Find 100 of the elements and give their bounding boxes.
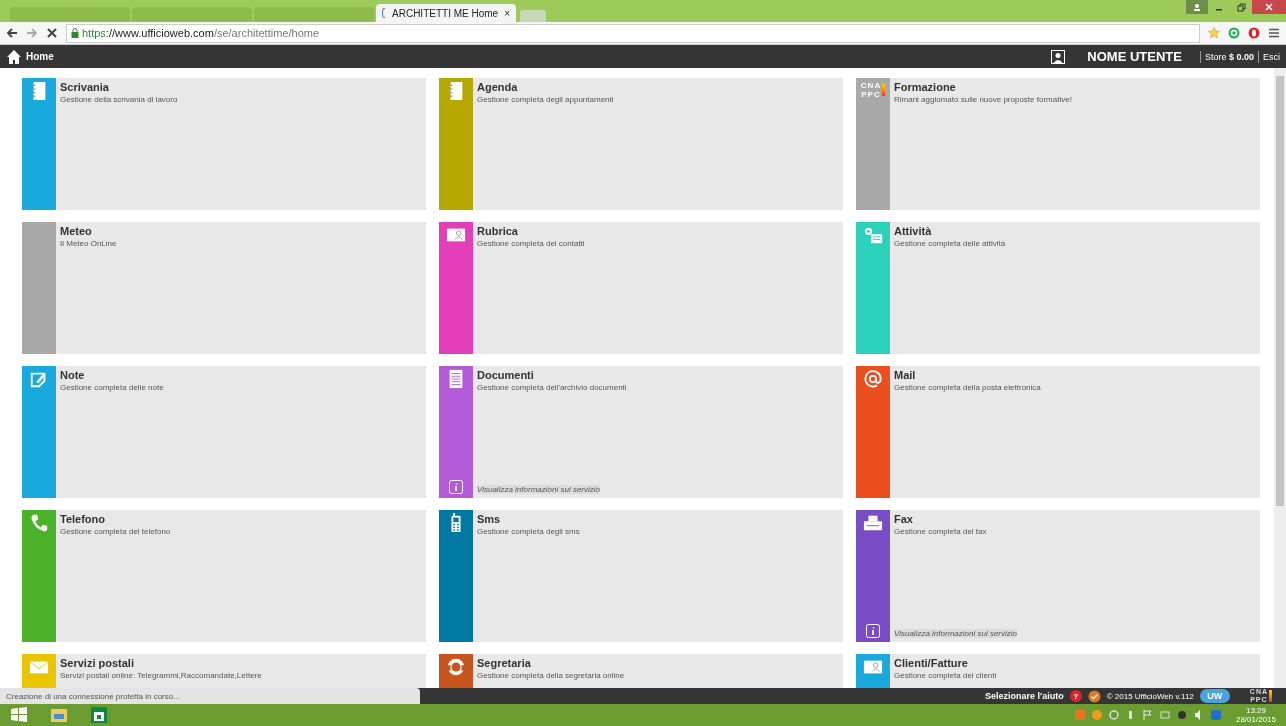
tile-card[interactable]: Meteo Il Meteo OnLine: [56, 222, 426, 354]
tile-stripe[interactable]: [22, 78, 56, 210]
tile-card[interactable]: Mail Gestione completa della posta elettronica: [890, 366, 1260, 498]
tile-card[interactable]: Clienti/Fatture Gestione completa dei clienti: [890, 654, 1260, 688]
tile-title: Attività: [894, 225, 933, 237]
tile-stripe[interactable]: [439, 78, 473, 210]
tray-app-icon[interactable]: [1108, 710, 1119, 720]
tile-title: Scrivania: [60, 81, 110, 93]
tile-description: Gestione completa del fax: [894, 527, 988, 536]
user-name[interactable]: NOME UTENTE: [1087, 49, 1182, 64]
tile-card[interactable]: Documenti Gestione completa dell'archivio documenti Visualizza informazioni sul servizio: [473, 366, 843, 498]
opera-icon[interactable]: [1248, 27, 1260, 39]
close-button[interactable]: [1252, 0, 1286, 14]
tile-description: Gestione completa dei clienti: [894, 671, 998, 680]
info-icon[interactable]: [449, 480, 463, 494]
flag-icon[interactable]: [1142, 710, 1153, 720]
service-info-link[interactable]: Visualizza informazioni sul servizio: [894, 629, 1017, 638]
address-field[interactable]: https://www.ufficioweb.com/se/architettime/home: [66, 23, 1200, 43]
profile-button[interactable]: [1186, 0, 1208, 14]
store-bag-icon[interactable]: [90, 706, 108, 724]
tile-card[interactable]: Telefono Gestione completa del telefono: [56, 510, 426, 642]
tile-stripe[interactable]: [439, 222, 473, 354]
phone-icon: [29, 513, 49, 533]
tile-description: Gestione completa degli appuntamenti: [477, 95, 615, 104]
loading-status: Creazione di una connessione protetta in corso...: [0, 688, 420, 704]
menu-icon[interactable]: [1268, 27, 1280, 39]
close-tab-button[interactable]: ×: [504, 7, 510, 19]
user-avatar-icon[interactable]: [1051, 49, 1066, 64]
tile-stripe[interactable]: [856, 366, 890, 498]
home-icon[interactable]: [6, 48, 22, 65]
extension-icon[interactable]: [1228, 27, 1240, 39]
folder-icon[interactable]: [50, 706, 68, 724]
forward-icon[interactable]: [26, 27, 38, 39]
tile-card[interactable]: Agenda Gestione completa degli appuntamenti: [473, 78, 843, 210]
cloud-logo: UW: [1199, 689, 1230, 703]
copyright-text: © 2015 UfficioWeb v.112: [1106, 691, 1194, 701]
tile-card[interactable]: Sms Gestione completa degli sms: [473, 510, 843, 642]
at-sign-icon: [863, 369, 883, 389]
tile-description: Gestione completa degli sms: [477, 527, 581, 536]
tile-card[interactable]: Note Gestione completa delle note: [56, 366, 426, 498]
tile-stripe[interactable]: [856, 510, 890, 642]
stop-icon[interactable]: [46, 27, 58, 39]
tile-title: Meteo: [60, 225, 93, 237]
tile-title: Rubrica: [477, 225, 519, 237]
tile-description: Gestione completa dei contatti: [477, 239, 586, 248]
tile-title: Documenti: [477, 369, 535, 381]
restore-icon: [1236, 2, 1246, 12]
home-link[interactable]: Home: [26, 51, 54, 62]
tile-card[interactable]: Fax Gestione completa del fax Visualizza informazioni sul servizio: [890, 510, 1260, 642]
tile-title: Segretaria: [477, 657, 532, 669]
tile-card[interactable]: Formazione Rimani aggiomato sulle nuove proposte formative!: [890, 78, 1260, 210]
tile-stripe[interactable]: [439, 510, 473, 642]
tile-title: Servizi postali: [60, 657, 135, 669]
logout-link[interactable]: Esci: [1263, 51, 1280, 62]
tile-title: Clienti/Fatture: [894, 657, 969, 669]
tile-description: Gestione completa dell'archivio documenti: [477, 383, 628, 392]
scrollbar[interactable]: [1274, 68, 1286, 688]
tile-card[interactable]: Rubrica Gestione completa dei contatti: [473, 222, 843, 354]
help-button[interactable]: ?: [1069, 690, 1082, 702]
tile-card[interactable]: Attività Gestione completa delle attività: [890, 222, 1260, 354]
tile-description: Servizi postali online: Telegrammi,Raccomandate,Lettere: [60, 671, 263, 680]
tile-description: Gestione completa delle note: [60, 383, 165, 392]
tile-card[interactable]: Servizi postali Servizi postali online: Telegrammi,Raccomandate,Lettere: [56, 654, 426, 688]
tile-card[interactable]: Scrivania Gestione della scrivania di lavoro: [56, 78, 426, 210]
tile-description: Gestione completa del telefono: [60, 527, 172, 536]
lock-icon: [71, 28, 79, 38]
tile-stripe[interactable]: [22, 222, 56, 354]
tile-title: Mail: [894, 369, 917, 381]
tile-description: Rimani aggiomato sulle nuove proposte formative!: [894, 95, 1073, 104]
tile-stripe[interactable]: [22, 510, 56, 642]
tile-description: Gestione completa della segretaria online: [477, 671, 626, 680]
service-info-link[interactable]: Visualizza informazioni sul servizio: [477, 485, 600, 494]
close-icon: [1265, 3, 1273, 11]
back-icon[interactable]: [6, 27, 18, 39]
tile-stripe[interactable]: [439, 366, 473, 498]
help-link[interactable]: Selezionare l'aiuto: [985, 691, 1064, 701]
cna-ppc-logo: CNA PPC: [860, 81, 886, 99]
windows-start-icon[interactable]: [10, 706, 28, 724]
tile-description: Gestione della scrivania di lavoro: [60, 95, 179, 104]
tile-title: Agenda: [477, 81, 519, 93]
tray-app-icon[interactable]: [1176, 710, 1187, 720]
tile-title: Telefono: [60, 513, 106, 525]
check-circle-icon: [1087, 689, 1101, 703]
network-icon[interactable]: [1159, 710, 1170, 720]
tile-title: Formazione: [894, 81, 957, 93]
tile-stripe[interactable]: [856, 222, 890, 354]
tile-title: Fax: [894, 513, 914, 525]
tile-description: Gestione completa della posta elettronica: [894, 383, 1042, 392]
tile-title: Note: [60, 369, 86, 381]
store-balance[interactable]: Store $ 0.00: [1204, 51, 1254, 62]
info-icon[interactable]: [866, 624, 880, 638]
tile-card[interactable]: Segretaria Gestione completa della segretaria online: [473, 654, 843, 688]
tile-stripe[interactable]: [22, 366, 56, 498]
browser-tab[interactable]: ARCHITETTI ME Home ×: [376, 4, 516, 22]
star-icon[interactable]: [1208, 27, 1220, 39]
tile-description: Gestione completa delle attività: [894, 239, 1007, 248]
printer-icon: [863, 513, 883, 533]
tile-description: Il Meteo OnLine: [60, 239, 118, 248]
user-icon: [1193, 3, 1201, 11]
tile-title: Sms: [477, 513, 502, 525]
